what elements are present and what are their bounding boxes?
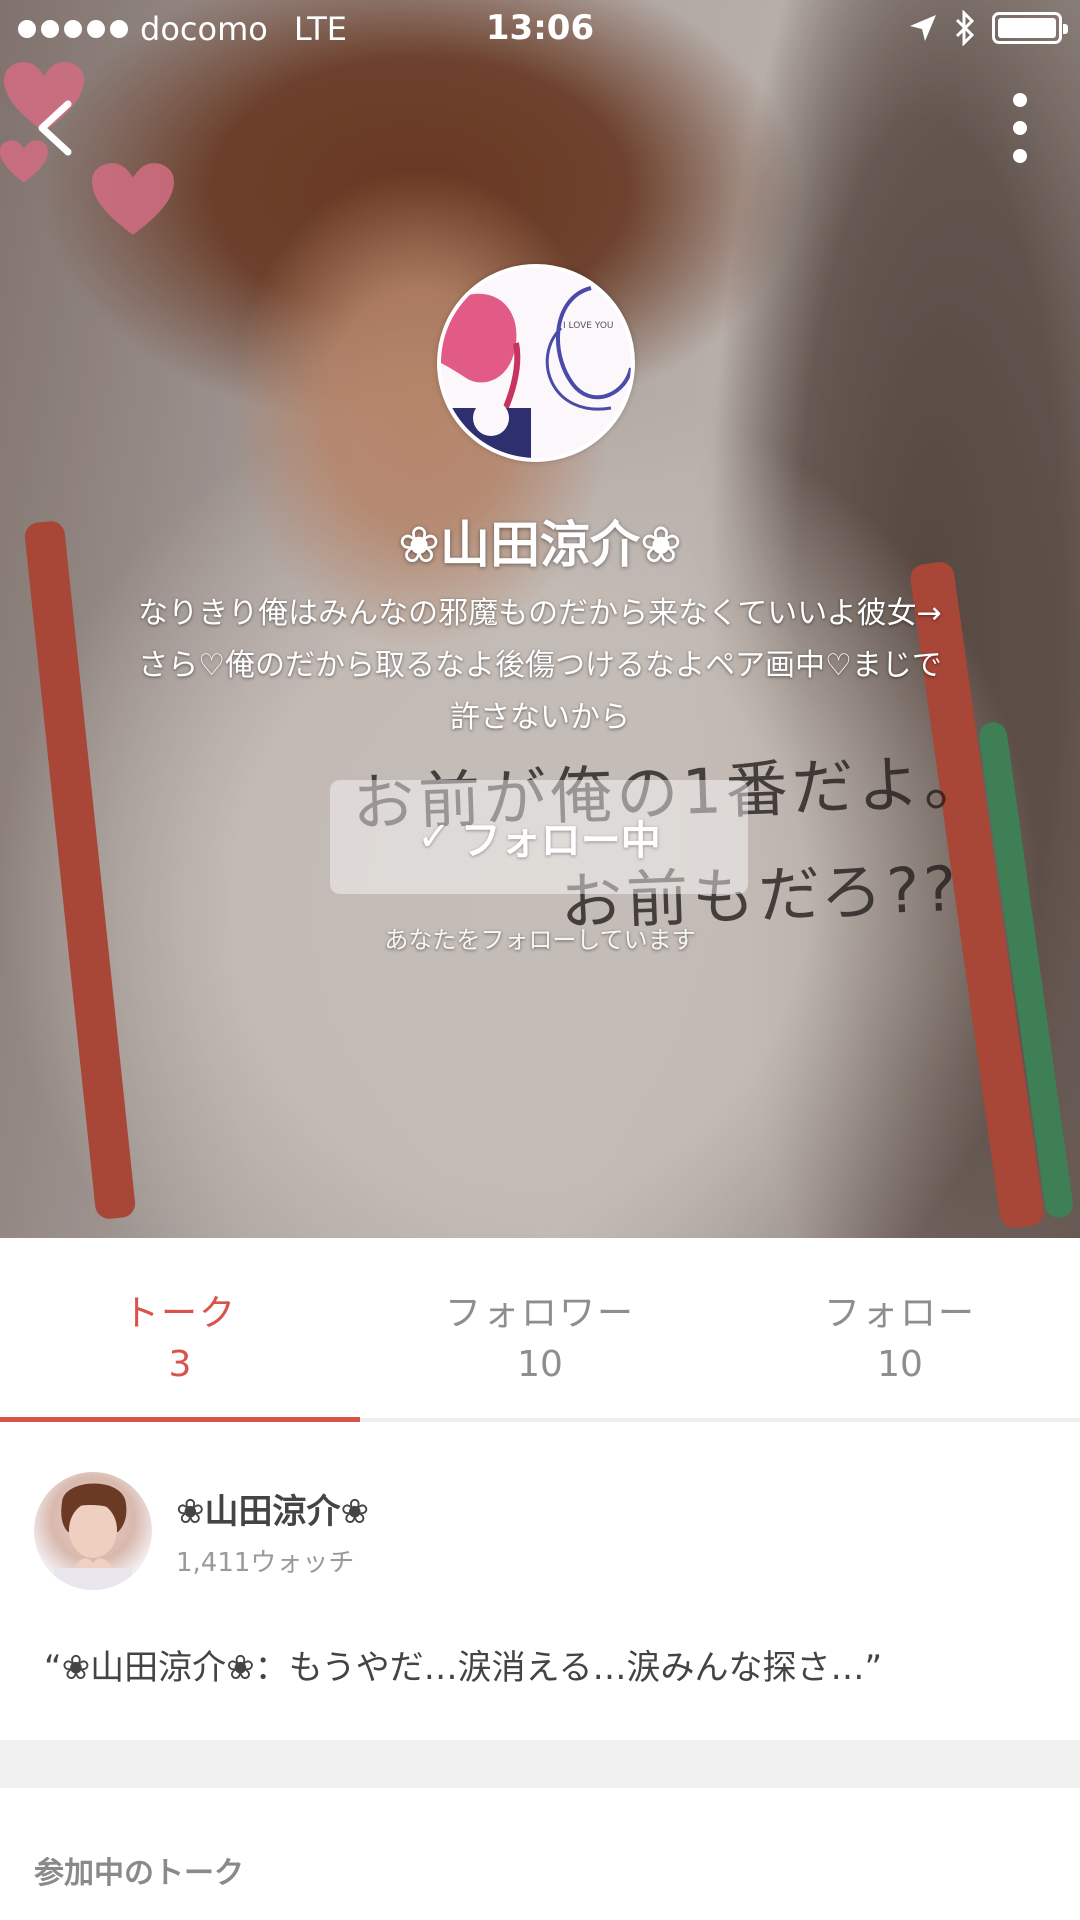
profile-tabs: トーク 3 フォロワー 10 フォロー 10 [0, 1238, 1080, 1422]
battery-icon [992, 12, 1068, 44]
talk-watch-count: 1,411ウォッチ [176, 1548, 355, 1578]
vertical-dots-icon [1013, 93, 1027, 163]
check-icon: ✓ [417, 814, 451, 860]
talk-latest-message: “❀山田涼介❀：もうやだ…涙消える…涙みんな探さ…” [44, 1648, 883, 1688]
tab-talks[interactable]: トーク 3 [0, 1238, 360, 1422]
chevron-left-icon [38, 100, 72, 156]
profile-bio: なりきり俺はみんなの邪魔ものだから来なくていいよ彼女→さら♡俺のだから取るなよ後… [138, 596, 942, 735]
talk-avatar [34, 1472, 152, 1590]
talk-avatar-image [54, 1483, 132, 1590]
profile-name: ❀山田涼介❀ [398, 516, 682, 574]
svg-text:I LOVE YOU: I LOVE YOU [563, 321, 614, 331]
joined-talks-heading: 参加中のトーク [34, 1856, 244, 1891]
section-divider [0, 1740, 1080, 1788]
profile-avatar[interactable]: I LOVE YOU [437, 264, 635, 462]
location-arrow-icon [910, 15, 936, 41]
profile-header: お前が俺の1番だよ。 お前もだろ?? docomo LTE 13:06 I LO… [0, 0, 1080, 1238]
tab-count: 10 [877, 1344, 923, 1385]
back-button[interactable] [24, 88, 84, 168]
tab-label: フォロー [823, 1293, 976, 1334]
following-button[interactable]: ✓ フォロー中 [330, 780, 748, 894]
talk-card[interactable]: ❀山田涼介❀ 1,411ウォッチ “❀山田涼介❀：もうやだ…涙消える…涙みんな探… [0, 1422, 1080, 1740]
tab-followers[interactable]: フォロワー 10 [360, 1238, 720, 1418]
follows-you-note: あなたをフォローしています [384, 926, 696, 954]
tab-following[interactable]: フォロー 10 [720, 1238, 1080, 1418]
avatar-image: I LOVE YOU [441, 268, 631, 458]
status-bar: docomo LTE 13:06 [0, 0, 1080, 60]
following-label: フォロー中 [460, 818, 661, 864]
tab-count: 10 [517, 1344, 563, 1385]
tab-label: フォロワー [444, 1293, 635, 1334]
battery-fill [998, 18, 1056, 38]
tab-label: トーク [122, 1293, 237, 1334]
bluetooth-icon [955, 10, 975, 46]
talk-title: ❀山田涼介❀ [176, 1492, 369, 1532]
status-right [908, 10, 1068, 46]
more-options-button[interactable] [1000, 88, 1040, 168]
tab-count: 3 [168, 1344, 192, 1385]
